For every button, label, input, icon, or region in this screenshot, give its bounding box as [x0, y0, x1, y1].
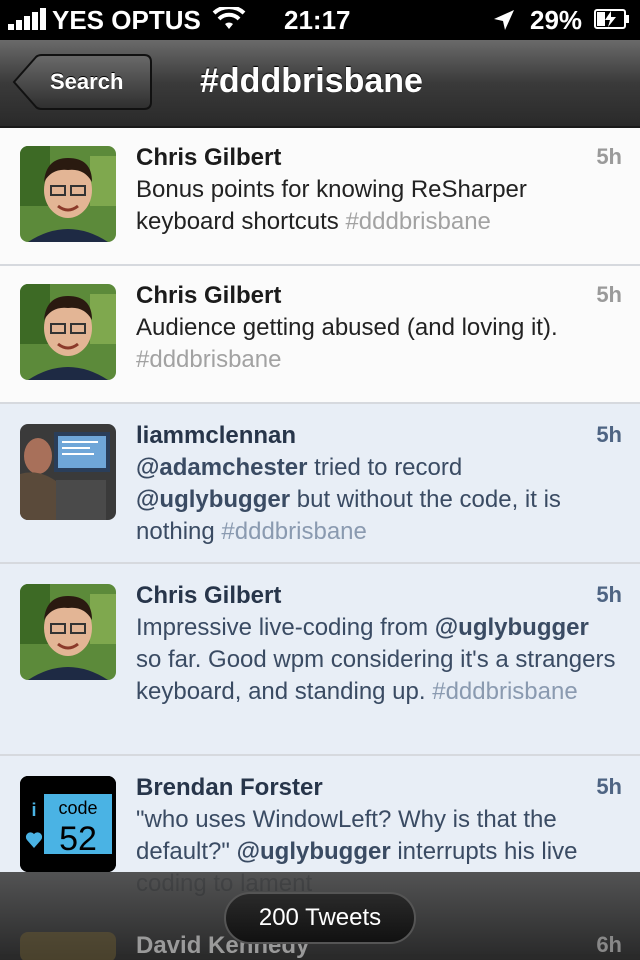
tweet-text-segment: tried to record: [307, 454, 463, 481]
mention-link[interactable]: @uglybugger: [136, 486, 290, 513]
mention-link[interactable]: @adamchester: [136, 454, 307, 481]
logo-word: code: [58, 798, 97, 818]
tweet-text-segment: Audience getting abused (and loving it).: [136, 314, 558, 341]
clock: 21:17: [284, 5, 351, 35]
tweet-text: Impressive live-coding from @uglybugger …: [136, 612, 616, 708]
back-button-label: Search: [50, 69, 124, 94]
tweet-author: Chris Gilbert: [136, 144, 282, 171]
tweet-item[interactable]: Chris Gilbert 5h Impressive live-coding …: [0, 564, 640, 756]
avatar[interactable]: [20, 146, 116, 242]
tweet-text: @adamchester tried to record @uglybugger…: [136, 452, 616, 548]
tweet-author: Chris Gilbert: [136, 582, 282, 609]
battery-percentage: 29%: [530, 5, 583, 35]
navigation-bar: Search #dddbrisbane: [0, 40, 640, 128]
signal-strength-icon: [8, 8, 48, 30]
tweet-item[interactable]: Chris Gilbert 5h Audience getting abused…: [0, 266, 640, 404]
battery-charging-icon: [594, 9, 629, 29]
tweet-list[interactable]: Chris Gilbert 5h Bonus points for knowin…: [0, 128, 640, 960]
tweet-text: Audience getting abused (and loving it).…: [136, 312, 616, 376]
tweet-author: liammclennan: [136, 422, 297, 449]
tweet-item[interactable]: Chris Gilbert 5h Bonus points for knowin…: [0, 128, 640, 266]
avatar[interactable]: [20, 284, 116, 380]
hashtag-link[interactable]: #dddbrisbane: [136, 346, 281, 373]
status-bar: YES OPTUS 21:17 29%: [0, 0, 640, 40]
tweet-time: 5h: [596, 282, 622, 307]
bottom-toolbar: David Kennedy 6h 200 Tweets: [0, 872, 640, 960]
tweet-time: 5h: [596, 422, 622, 447]
tweet-time: 5h: [596, 774, 622, 799]
avatar[interactable]: [20, 424, 116, 520]
hashtag-link[interactable]: #dddbrisbane: [432, 678, 577, 705]
tweet-author: Brendan Forster: [136, 774, 323, 801]
tweet-time: 6h: [596, 932, 622, 957]
avatar[interactable]: [20, 932, 116, 960]
tweet-time: 5h: [596, 144, 622, 169]
carrier-name: YES OPTUS: [52, 5, 201, 35]
mention-link[interactable]: @uglybugger: [237, 838, 391, 865]
wifi-icon: [212, 7, 246, 29]
tweet-text-segment: Impressive live-coding from: [136, 614, 435, 641]
tweet-time: 5h: [596, 582, 622, 607]
tweet-count-button[interactable]: 200 Tweets: [224, 892, 416, 944]
tweet-author: Chris Gilbert: [136, 282, 282, 309]
hashtag-link[interactable]: #dddbrisbane: [345, 208, 490, 235]
location-arrow-icon: [494, 10, 514, 30]
tweet-item[interactable]: liammclennan 5h @adamchester tried to re…: [0, 404, 640, 564]
mention-link[interactable]: @uglybugger: [435, 614, 589, 641]
avatar[interactable]: i code 52: [20, 776, 116, 872]
page-title: #dddbrisbane: [200, 62, 423, 100]
back-to-search-button[interactable]: Search: [12, 54, 152, 110]
tweet-text: Bonus points for knowing ReSharper keybo…: [136, 174, 616, 238]
hashtag-link[interactable]: #dddbrisbane: [221, 518, 366, 545]
logo-number: 52: [59, 820, 97, 858]
logo-letter: i: [31, 800, 36, 820]
avatar[interactable]: [20, 584, 116, 680]
